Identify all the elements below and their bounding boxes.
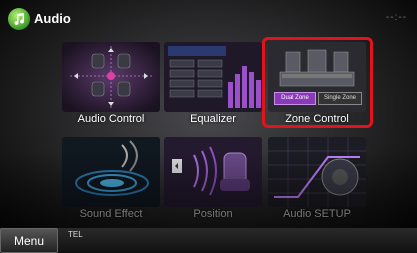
tel-indicator: TEL (68, 230, 83, 239)
audio-control-label: Audio Control (77, 113, 145, 125)
audio-control-button[interactable]: Audio Control (62, 42, 160, 125)
audio-setup-thumbnail (268, 137, 366, 207)
sound-effect-label: Sound Effect (79, 208, 143, 220)
equalizer-label: Equalizer (190, 113, 236, 125)
equalizer-thumbnail (164, 42, 262, 112)
position-label: Position (193, 208, 233, 220)
equalizer-button[interactable]: Equalizer (164, 42, 262, 125)
page-title: Audio (34, 11, 71, 26)
position-thumbnail (164, 137, 262, 207)
audio-setup-label: Audio SETUP (283, 208, 351, 220)
audio-control-thumbnail (62, 42, 160, 112)
header: Audio --:-- (0, 0, 417, 40)
clock: --:-- (385, 12, 407, 23)
position-button[interactable]: Position (164, 137, 262, 220)
sound-effect-button[interactable]: Sound Effect (62, 137, 160, 220)
menu-button[interactable]: Menu (0, 228, 58, 253)
sound-effect-thumbnail (62, 137, 160, 207)
audio-setup-button[interactable]: Audio SETUP (268, 137, 366, 220)
audio-app-icon (8, 8, 30, 30)
music-note-icon (14, 13, 25, 26)
audio-screen: Audio --:-- Audio Control Equalizer Dual… (0, 0, 417, 253)
footer-bar (0, 228, 417, 253)
selection-highlight (262, 37, 373, 128)
